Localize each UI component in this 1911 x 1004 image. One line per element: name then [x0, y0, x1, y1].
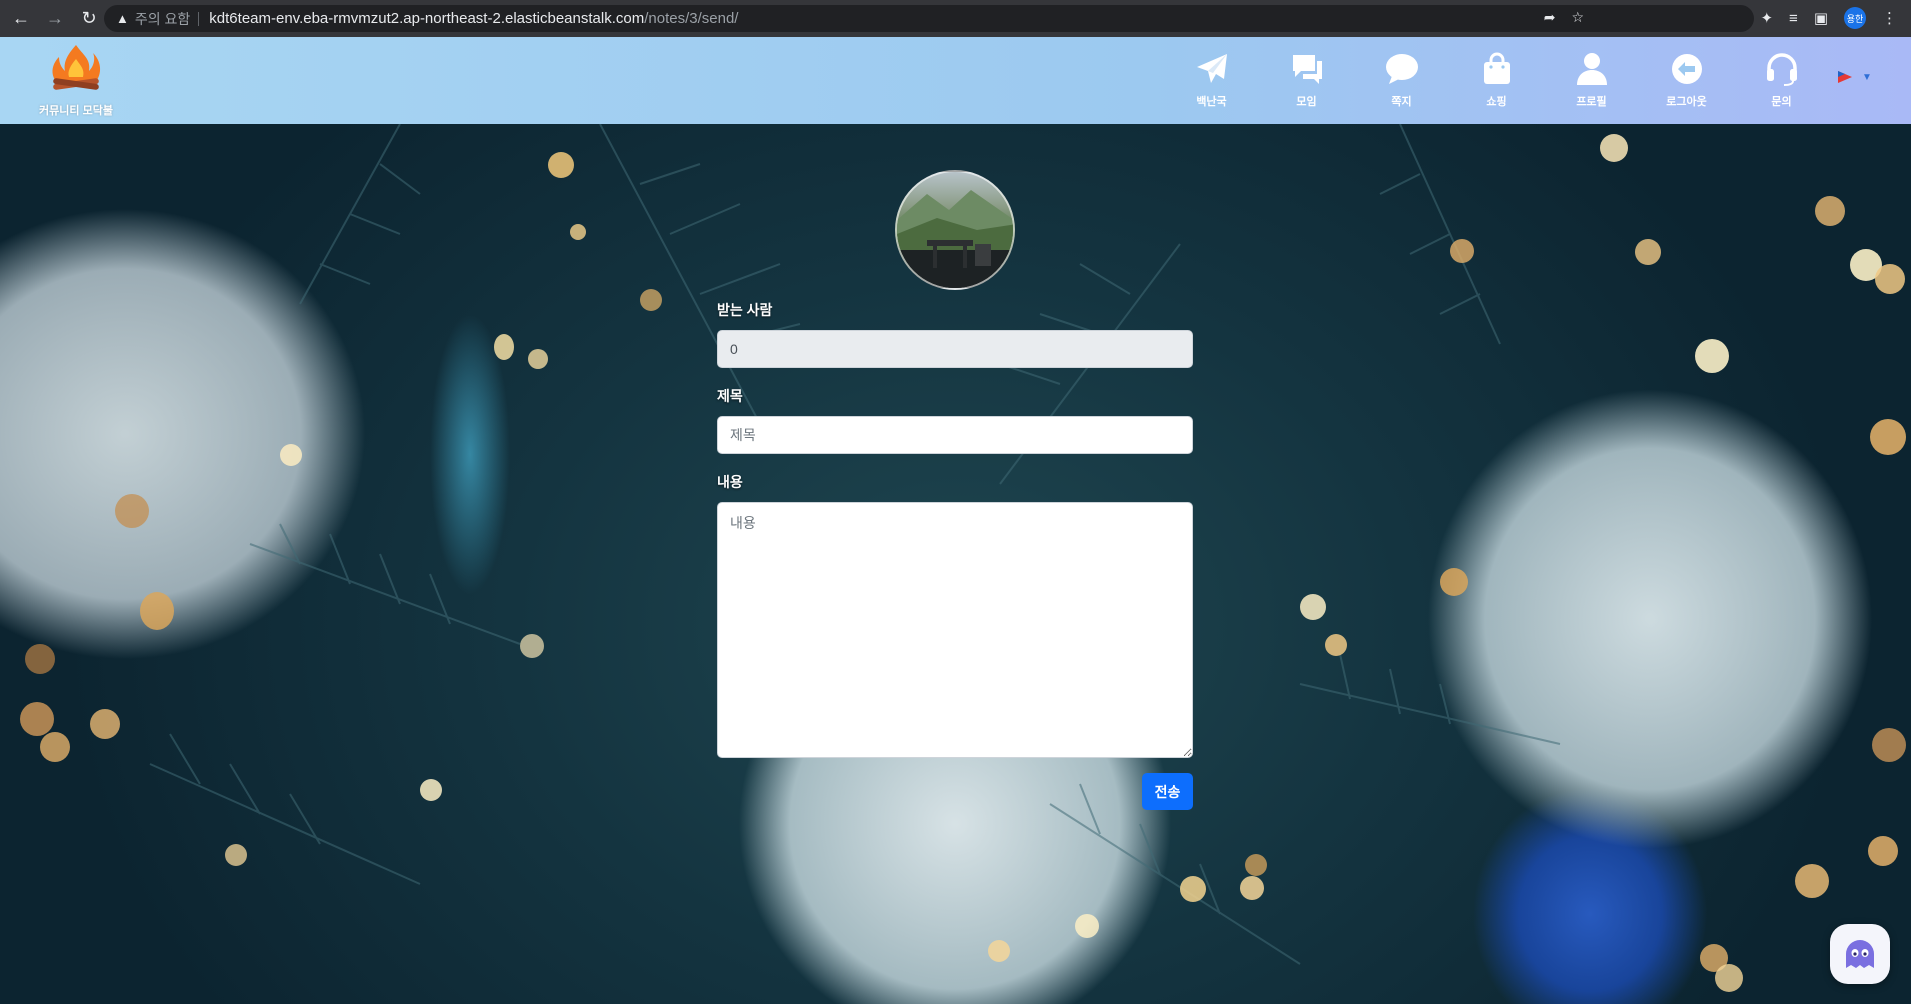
content-label: 내용: [717, 474, 743, 490]
omnibox-divider: [198, 11, 200, 26]
reload-icon[interactable]: ↻: [76, 6, 102, 32]
site-header: 커뮤니티 모닥불 백난국 모임 쪽지 쇼핑 프로필 로그아웃 문의 ▼: [0, 37, 1911, 124]
flag-icon: [1838, 71, 1852, 83]
address-bar[interactable]: ▲ 주의 요함 kdt6team-env.eba-rmvmzut2.ap-nor…: [104, 5, 1754, 32]
chat-bubbles-icon: [1292, 55, 1322, 84]
nav-label: 쪽지: [1391, 96, 1412, 108]
title-input[interactable]: [717, 416, 1193, 454]
headset-icon: [1766, 53, 1797, 86]
shopping-bag-icon: [1483, 52, 1510, 84]
site-logo[interactable]: 커뮤니티 모닥불: [36, 43, 116, 118]
warning-triangle-icon: ▲: [116, 11, 129, 26]
share-icon[interactable]: ➦: [1544, 9, 1556, 26]
nav-item-baeknanguk[interactable]: 백난국: [1164, 51, 1259, 109]
nav-label: 쇼핑: [1486, 96, 1507, 108]
chevron-down-icon: ▼: [1862, 71, 1872, 83]
language-dropdown[interactable]: ▼: [1836, 69, 1872, 85]
content-textarea[interactable]: [717, 502, 1193, 758]
url-host: kdt6team-env.eba-rmvmzut2.ap-northeast-2…: [209, 10, 645, 27]
nav-item-profile[interactable]: 프로필: [1544, 51, 1639, 109]
extension-toolbar: ✦ ≡ ▣ 용한 ⋮: [1760, 7, 1897, 29]
back-icon[interactable]: ←: [8, 6, 34, 32]
recipient-label: 받는 사람: [717, 302, 773, 318]
speech-bubble-icon: [1385, 54, 1418, 84]
main-nav: 백난국 모임 쪽지 쇼핑 프로필 로그아웃 문의: [1164, 51, 1829, 109]
nav-item-meeting[interactable]: 모임: [1259, 51, 1354, 109]
side-panel-icon[interactable]: ▣: [1814, 9, 1828, 27]
profile-avatar[interactable]: 용한: [1844, 7, 1866, 29]
omnibox-actions: ➦ ☆: [1544, 9, 1584, 26]
extensions-puzzle-icon[interactable]: ✦: [1760, 9, 1773, 27]
title-label: 제목: [717, 388, 743, 404]
ghost-chatbot-icon: [1846, 940, 1874, 968]
url-path: /notes/3/send/: [644, 10, 739, 27]
nav-label: 문의: [1771, 96, 1792, 108]
bookmark-star-icon[interactable]: ☆: [1571, 9, 1584, 26]
nav-item-inquiry[interactable]: 문의: [1734, 51, 1829, 109]
send-note-form: 받는 사람 제목 내용 전송: [717, 300, 1193, 811]
nav-label: 모임: [1296, 96, 1317, 108]
chatbot-button[interactable]: [1830, 924, 1890, 984]
nav-label: 백난국: [1196, 96, 1227, 108]
nav-label: 프로필: [1576, 96, 1607, 108]
recipient-field[interactable]: [717, 330, 1193, 368]
nav-item-messages[interactable]: 쪽지: [1354, 51, 1449, 109]
reading-list-icon[interactable]: ≡: [1789, 10, 1798, 27]
campfire-logo-icon: [52, 45, 101, 90]
kebab-menu-icon[interactable]: ⋮: [1882, 9, 1897, 27]
logout-arrow-icon: [1671, 54, 1702, 84]
form-actions: 전송: [717, 773, 1193, 811]
profile-avatar-image: [895, 170, 1015, 290]
browser-toolbar: ← → ↻ ▲ 주의 요함 kdt6team-env.eba-rmvmzut2.…: [0, 0, 1911, 37]
send-button[interactable]: 전송: [1142, 773, 1193, 810]
logo-text: 커뮤니티 모닥불: [39, 105, 113, 117]
nav-item-shopping[interactable]: 쇼핑: [1449, 51, 1544, 109]
person-icon: [1576, 53, 1607, 85]
nav-label: 로그아웃: [1666, 96, 1707, 108]
mountain-landscape-image: [897, 190, 1013, 288]
forward-icon[interactable]: →: [42, 6, 68, 32]
nav-item-logout[interactable]: 로그아웃: [1639, 51, 1734, 109]
security-warning[interactable]: 주의 요함: [135, 9, 190, 29]
paper-plane-icon: [1196, 54, 1227, 83]
